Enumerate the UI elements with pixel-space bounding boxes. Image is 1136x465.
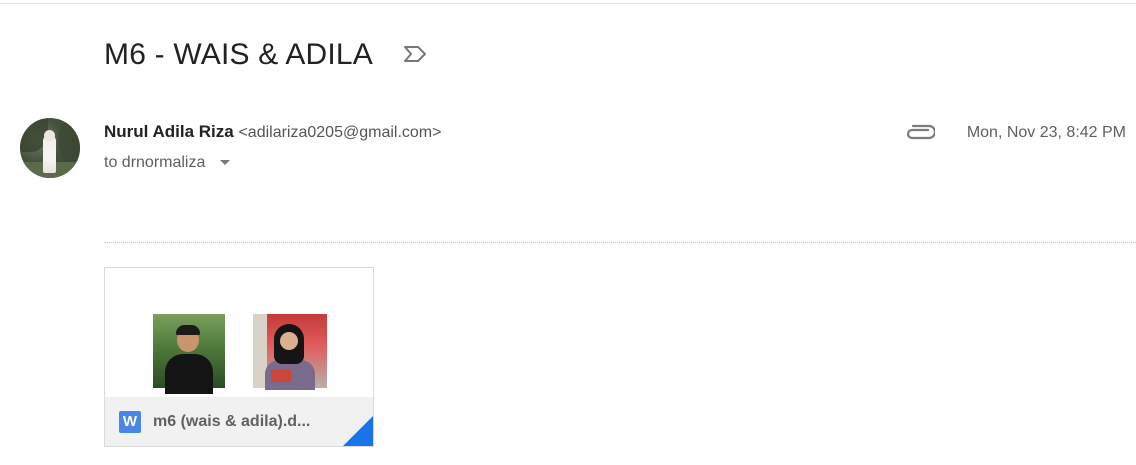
attachment-card[interactable]: W m6 (wais & adila).d... — [104, 267, 374, 447]
recipient-line[interactable]: to drnormaliza — [104, 152, 230, 174]
attachment-file-name[interactable]: m6 (wais & adila).d... — [153, 411, 310, 433]
word-icon: W — [119, 411, 141, 433]
sender-avatar[interactable] — [20, 118, 80, 178]
attachment-preview-photo-1 — [153, 314, 225, 394]
caret-down-icon[interactable] — [219, 160, 230, 166]
attachment-corner-accent — [343, 416, 373, 446]
sender-name[interactable]: Nurul Adila Riza — [104, 122, 234, 141]
top-divider — [0, 3, 1136, 4]
email-date: Mon, Nov 23, 8:42 PM — [966, 124, 1126, 141]
attachments-divider — [104, 242, 1136, 243]
attachment-footer[interactable]: W m6 (wais & adila).d... — [105, 397, 373, 446]
recipient-text: to drnormaliza — [104, 154, 206, 171]
sender-line: Nurul Adila Riza <adilariza0205@gmail.co… — [104, 121, 441, 144]
email-subject: M6 - WAIS & ADILA — [104, 38, 374, 71]
sender-email: <adilariza0205@gmail.com> — [238, 124, 442, 141]
paperclip-icon — [906, 124, 935, 140]
importance-marker-icon[interactable] — [402, 44, 428, 64]
attachment-preview-photo-2 — [253, 314, 327, 390]
